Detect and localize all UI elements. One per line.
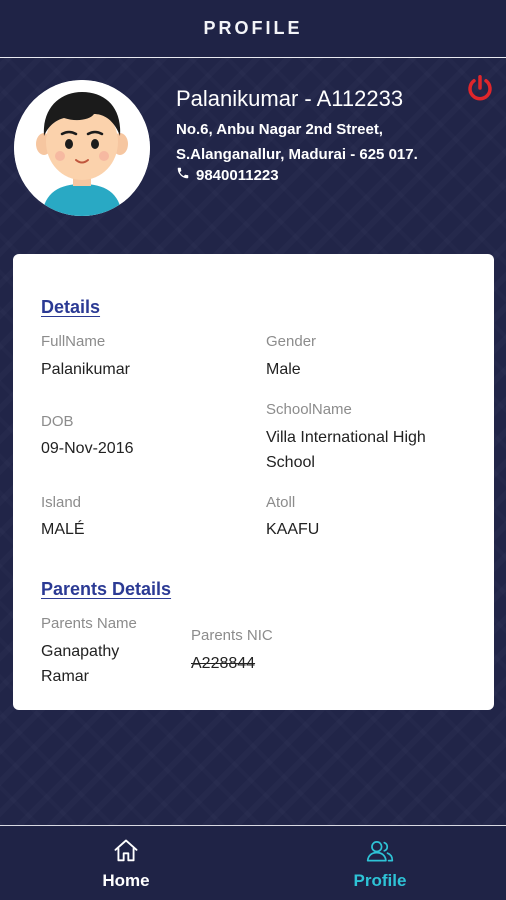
nav-home[interactable]: Home <box>56 826 196 900</box>
top-app-bar: PROFILE <box>0 0 506 58</box>
avatar-illustration <box>14 80 150 216</box>
profile-details-card: Details FullName Palanikumar Gender Male… <box>13 254 494 710</box>
user-phone: 9840011223 <box>176 166 279 184</box>
fullname-label: FullName <box>41 333 106 350</box>
details-section-title[interactable]: Details <box>41 297 100 318</box>
nav-profile[interactable]: Profile <box>310 826 450 900</box>
parents-name-label: Parents Name <box>41 615 137 632</box>
parents-name-value: Ganapathy Ramar <box>41 643 120 685</box>
phone-number: 9840011223 <box>196 166 279 184</box>
user-address: No.6, Anbu Nagar 2nd Street, S.Alanganal… <box>176 121 418 163</box>
user-name: Palanikumar - A112233 <box>176 86 404 111</box>
parents-section-title[interactable]: Parents Details <box>41 579 171 600</box>
island-label: Island <box>41 494 82 511</box>
schoolname-label: SchoolName <box>266 401 352 418</box>
atoll-value: KAAFU <box>266 521 320 538</box>
dob-label: DOB <box>41 413 74 430</box>
page-title: PROFILE <box>203 18 303 38</box>
bottom-navigation: Home Profile <box>0 825 506 900</box>
nav-profile-label: Profile <box>353 870 407 890</box>
parents-nic-value: A228844 <box>191 655 256 672</box>
fullname-value: Palanikumar <box>41 361 130 378</box>
gender-value: Male <box>266 361 301 378</box>
power-icon <box>468 75 492 101</box>
gender-label: Gender <box>266 333 317 350</box>
phone-icon <box>176 166 190 184</box>
nav-home-label: Home <box>102 870 150 890</box>
atoll-label: Atoll <box>266 494 296 511</box>
home-icon <box>114 839 138 861</box>
users-icon <box>366 840 394 861</box>
dob-value: 09-Nov-2016 <box>41 440 134 457</box>
logout-button[interactable] <box>464 72 496 104</box>
avatar <box>14 80 150 216</box>
island-value: MALÉ <box>41 521 85 538</box>
parents-nic-label: Parents NIC <box>191 627 273 644</box>
schoolname-value: Villa International High School <box>266 429 426 471</box>
